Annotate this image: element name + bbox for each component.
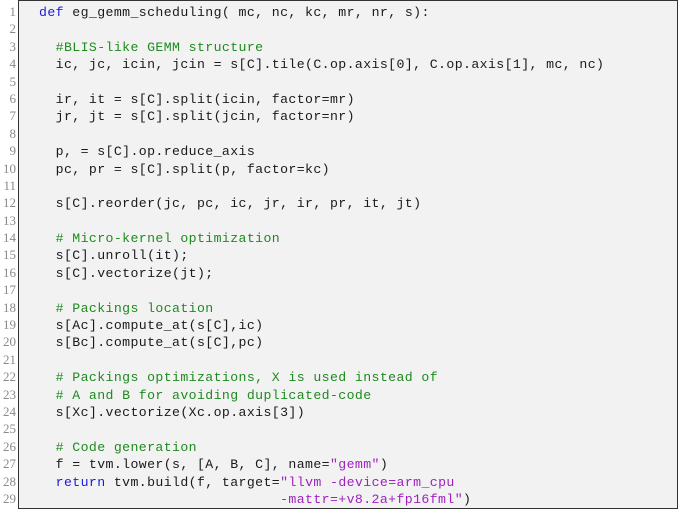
- line-number: 5: [9, 73, 17, 89]
- code-line: # Packings optimizations, X is used inst…: [39, 369, 604, 386]
- line-number: 22: [3, 369, 16, 385]
- code-line: # Packings location: [39, 300, 604, 317]
- code-line: # Micro-kernel optimization: [39, 230, 604, 247]
- comment-token: # Packings location: [39, 300, 214, 316]
- line-number: 18: [3, 299, 16, 315]
- line-number-gutter: 1 2 3 4 5 6 7 8 9 10 11 12 13 14 15 16 17 18 19 20 21 22 23 24 2…: [0, 3, 16, 507]
- line-number: 25: [3, 421, 16, 437]
- line-number: 10: [3, 160, 16, 176]
- code-text: s[C].unroll(it);: [39, 248, 189, 264]
- line-number: 7: [9, 108, 17, 124]
- code-text: ir, it = s[C].split(icin, factor=mr): [39, 91, 355, 107]
- line-number: 16: [3, 264, 16, 280]
- code-text: s[Ac].compute_at(s[C],ic): [39, 318, 264, 334]
- code-line: def eg_gemm_scheduling( mc, nc, kc, mr, …: [39, 4, 604, 21]
- code-line: return tvm.build(f, target="llvm -device…: [39, 474, 604, 491]
- line-number: 17: [3, 282, 16, 298]
- code-line: s[C].vectorize(jt);: [39, 265, 604, 282]
- code-line: s[C].unroll(it);: [39, 247, 604, 264]
- code-line: f = tvm.lower(s, [A, B, C], name="gemm"): [39, 456, 604, 473]
- line-number: 23: [3, 386, 16, 402]
- code-line: ir, it = s[C].split(icin, factor=mr): [39, 91, 604, 108]
- line-number: 26: [3, 438, 16, 454]
- string-token: -mattr=+v8.2a+fp16fml": [39, 491, 464, 507]
- code-text: ic, jc, icin, jcin = s[C].tile(C.op.axis…: [39, 57, 605, 73]
- code-line: -mattr=+v8.2a+fp16fml"): [39, 491, 604, 508]
- code-text: jr, jt = s[C].split(jcin, factor=nr): [39, 109, 355, 125]
- code-line: pc, pr = s[C].split(p, factor=kc): [39, 161, 604, 178]
- string-token: "gemm": [329, 457, 380, 473]
- comment-token: # A and B for avoiding duplicated-code: [39, 387, 372, 403]
- code-text: tvm.build(f, target=: [105, 474, 281, 490]
- code-line: s[Xc].vectorize(Xc.op.axis[3]): [39, 404, 604, 421]
- code-line: ic, jc, icin, jcin = s[C].tile(C.op.axis…: [39, 56, 604, 73]
- code-line: jr, jt = s[C].split(jcin, factor=nr): [39, 108, 604, 125]
- code-text: ): [463, 491, 472, 507]
- comment-token: # Code generation: [39, 439, 197, 455]
- code-line: p, = s[C].op.reduce_axis: [39, 143, 604, 160]
- code-text: s[C].vectorize(jt);: [39, 265, 214, 281]
- line-number: 3: [9, 38, 17, 54]
- line-number: 1: [9, 4, 17, 19]
- string-token: "llvm -device=arm_cpu: [280, 474, 455, 490]
- code-text: s[Bc].compute_at(s[C],pc): [39, 335, 264, 351]
- code-line: #BLIS-like GEMM structure: [39, 39, 604, 56]
- code-text: eg_gemm_scheduling( mc, nc, kc, mr, nr, …: [63, 5, 430, 20]
- code-text: pc, pr = s[C].split(p, factor=kc): [39, 161, 330, 177]
- code-text: ): [379, 457, 389, 473]
- line-number: 2: [9, 21, 17, 37]
- line-number: 20: [3, 334, 16, 350]
- code-line: s[Bc].compute_at(s[C],pc): [39, 334, 604, 351]
- line-number: 4: [9, 56, 17, 72]
- comment-token: #BLIS-like GEMM structure: [39, 39, 264, 55]
- line-number: 11: [3, 177, 16, 193]
- line-number: 6: [9, 90, 17, 106]
- code-text: p, = s[C].op.reduce_axis: [39, 144, 256, 160]
- line-number: 9: [9, 143, 17, 159]
- line-number: 12: [3, 195, 16, 211]
- line-number: 28: [3, 473, 16, 489]
- line-number: 29: [3, 490, 16, 506]
- comment-token: # Packings optimizations, X is used inst…: [39, 370, 439, 386]
- keyword-token: def: [39, 5, 64, 20]
- code-text: f = tvm.lower(s, [A, B, C], name=: [39, 457, 330, 473]
- code-line: # A and B for avoiding duplicated-code: [39, 387, 604, 404]
- line-number: 27: [3, 456, 16, 472]
- line-number: 24: [3, 403, 16, 419]
- code-line: s[Ac].compute_at(s[C],ic): [39, 317, 604, 334]
- code-line: s[C].reorder(jc, pc, ic, jr, ir, pr, it,…: [39, 195, 604, 212]
- line-number: 19: [3, 317, 16, 333]
- code-block: def eg_gemm_scheduling( mc, nc, kc, mr, …: [39, 4, 604, 508]
- line-number: 13: [3, 212, 16, 228]
- comment-token: # Micro-kernel optimization: [39, 231, 281, 247]
- code-listing-frame: def eg_gemm_scheduling( mc, nc, kc, mr, …: [18, 0, 678, 509]
- line-number: 14: [3, 230, 16, 246]
- line-number: 21: [3, 351, 16, 367]
- code-text: s[Xc].vectorize(Xc.op.axis[3]): [39, 404, 306, 420]
- line-number: 8: [9, 125, 17, 141]
- code-line: # Code generation: [39, 439, 604, 456]
- code-text: s[C].reorder(jc, pc, ic, jr, ir, pr, it,…: [39, 196, 422, 212]
- line-number: 15: [3, 247, 16, 263]
- keyword-token: return: [55, 474, 106, 490]
